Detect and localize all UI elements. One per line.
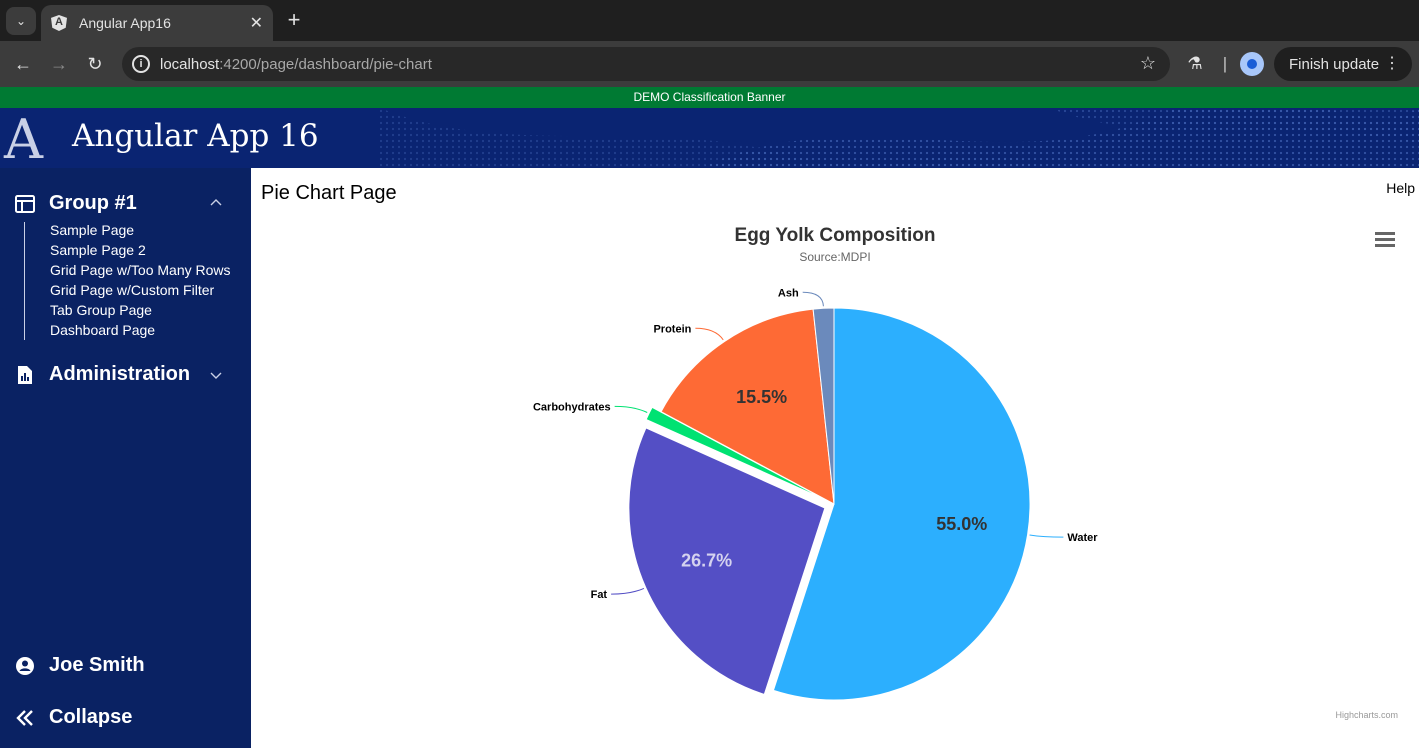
dashboard-layout-icon bbox=[15, 194, 35, 213]
app-logo: A bbox=[4, 108, 43, 168]
slice-percent-label: 55.0% bbox=[936, 514, 987, 534]
sidebar-item-grid-too-many-rows[interactable]: Grid Page w/Too Many Rows bbox=[50, 262, 231, 282]
slice-percent-label: 26.7% bbox=[681, 551, 732, 571]
sidebar-subnav: Sample Page Sample Page 2 Grid Page w/To… bbox=[24, 222, 231, 340]
chevron-down-icon[interactable] bbox=[208, 367, 224, 383]
new-tab-plus-icon[interactable]: + bbox=[282, 8, 306, 32]
highcharts-credits[interactable]: Highcharts.com bbox=[1335, 710, 1398, 720]
site-info-icon[interactable]: i bbox=[132, 55, 150, 73]
back-arrow-icon[interactable]: ← bbox=[11, 52, 35, 76]
address-bar[interactable]: i localhost:4200/page/dashboard/pie-char… bbox=[122, 47, 1170, 81]
label-connector bbox=[614, 405, 648, 413]
reload-icon[interactable]: ↻ bbox=[83, 52, 107, 76]
browser-tab[interactable]: Angular App16 ✕ bbox=[41, 5, 273, 41]
tab-search-chevron-icon[interactable]: ⌄ bbox=[6, 7, 36, 35]
toolbar-divider: | bbox=[1222, 54, 1228, 73]
account-circle-icon bbox=[16, 656, 34, 675]
label-connector bbox=[802, 291, 824, 307]
double-chevron-left-icon bbox=[16, 709, 33, 726]
tab-close-icon[interactable]: ✕ bbox=[250, 13, 263, 33]
help-link[interactable]: Help bbox=[1386, 180, 1415, 196]
sidebar-group-1[interactable]: Group #1 bbox=[14, 192, 137, 215]
slice-name-label: Carbohydrates bbox=[533, 401, 611, 413]
finish-update-button[interactable]: Finish update ⋮ bbox=[1274, 47, 1412, 81]
tab-title: Angular App16 bbox=[79, 15, 171, 31]
browser-tab-bar: ⌄ Angular App16 ✕ + bbox=[0, 0, 1419, 41]
labs-flask-icon[interactable]: ⚗ bbox=[1183, 52, 1207, 76]
sidebar-item-tab-group[interactable]: Tab Group Page bbox=[50, 302, 231, 322]
label-connector bbox=[1029, 534, 1064, 538]
user-name: Joe Smith bbox=[49, 654, 145, 676]
more-vert-icon: ⋮ bbox=[1384, 55, 1400, 72]
main-content: Pie Chart Page Help Egg Yolk Composition… bbox=[251, 168, 1419, 748]
sidebar-item-sample-page-2[interactable]: Sample Page 2 bbox=[50, 242, 231, 262]
page-title: Pie Chart Page bbox=[261, 182, 397, 204]
app-header: A Angular App 16 bbox=[0, 108, 1419, 168]
classification-banner: DEMO Classification Banner bbox=[0, 87, 1419, 108]
angular-favicon-icon bbox=[51, 15, 67, 31]
chart-subtitle: Source:MDPI bbox=[799, 250, 870, 264]
sidebar-group-administration-label: Administration bbox=[49, 363, 191, 385]
slice-name-label: Fat bbox=[591, 589, 608, 601]
slice-name-label: Protein bbox=[653, 323, 691, 335]
url-text: localhost:4200/page/dashboard/pie-chart bbox=[160, 55, 432, 73]
slice-name-label: Ash bbox=[778, 287, 799, 299]
collapse-button[interactable]: Collapse bbox=[14, 706, 132, 729]
label-connector bbox=[695, 327, 724, 341]
sidebar-group-1-label: Group #1 bbox=[49, 192, 137, 214]
forward-arrow-icon[interactable]: → bbox=[47, 52, 71, 76]
sidebar-item-sample-page[interactable]: Sample Page bbox=[50, 222, 231, 242]
slice-name-label: Water bbox=[1067, 532, 1098, 544]
pie-chart: Egg Yolk Composition Source:MDPI 55.0% Wa… bbox=[533, 225, 1098, 701]
profile-avatar-icon[interactable] bbox=[1240, 52, 1264, 76]
sidebar: Group #1 Sample Page Sample Page 2 Grid … bbox=[0, 168, 251, 748]
finish-update-label: Finish update bbox=[1289, 55, 1380, 73]
chevron-up-icon[interactable] bbox=[208, 195, 224, 211]
collapse-label: Collapse bbox=[49, 706, 133, 728]
bookmark-star-icon[interactable]: ☆ bbox=[1140, 53, 1156, 74]
sidebar-item-dashboard[interactable]: Dashboard Page bbox=[50, 322, 231, 342]
label-connector bbox=[611, 587, 645, 595]
chart-title: Egg Yolk Composition bbox=[735, 225, 936, 246]
user-menu[interactable]: Joe Smith bbox=[14, 654, 145, 677]
browser-toolbar: ← → ↻ i localhost:4200/page/dashboard/pi… bbox=[0, 41, 1419, 87]
report-document-icon bbox=[18, 365, 32, 384]
sidebar-item-grid-custom-filter[interactable]: Grid Page w/Custom Filter bbox=[50, 282, 231, 302]
app-title: Angular App 16 bbox=[72, 118, 319, 154]
slice-percent-label: 15.5% bbox=[736, 387, 787, 407]
sidebar-group-administration[interactable]: Administration bbox=[14, 363, 190, 386]
